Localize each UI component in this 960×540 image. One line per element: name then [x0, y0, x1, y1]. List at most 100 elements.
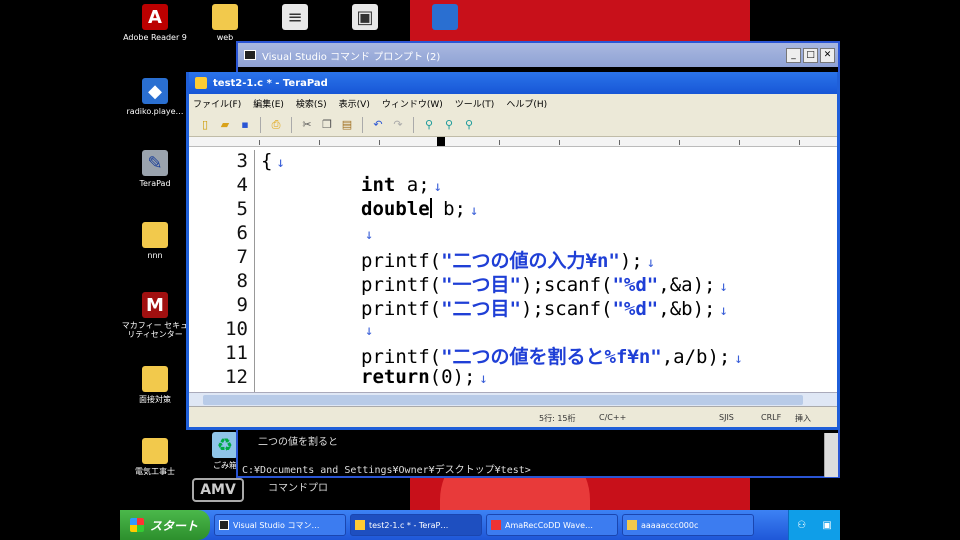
desktop-icon-electrician[interactable]: 電気工事士: [120, 438, 190, 476]
close-button[interactable]: ✕: [820, 47, 835, 63]
desktop-icon-document[interactable]: ≡: [260, 4, 330, 33]
line-number: 7: [236, 246, 248, 268]
taskbar-item-folder[interactable]: aaaaaccc000c: [622, 514, 754, 536]
line-number: 12: [225, 366, 248, 388]
desktop-icon-label: radiko.playe…: [126, 107, 184, 116]
desktop-icon-app-blue[interactable]: [410, 4, 480, 33]
minimize-button[interactable]: _: [786, 47, 801, 63]
toolbar: ▯ ▰ ▪ ⎙ ✂ ❐ ▤ ↶ ↷ ⚲ ⚲ ⚲: [189, 113, 837, 137]
code-line: printf("二つの値の入力¥n"); ↓: [361, 250, 656, 272]
blue-app-icon: [432, 4, 458, 30]
desktop-icon-adobe-reader[interactable]: A Adobe Reader 9: [120, 4, 190, 42]
menu-edit[interactable]: 編集(E): [253, 97, 284, 110]
menubar: ファイル(F) 編集(E) 検索(S) 表示(V) ウィンドウ(W) ツール(T…: [189, 94, 837, 113]
network-icon[interactable]: ▣: [822, 520, 831, 531]
desktop-icon-mcafee[interactable]: M マカフィー セキュリティセンター: [120, 292, 190, 339]
code-line: printf("二つ目");scanf("%d",&b); ↓: [361, 298, 728, 320]
line-number: 11: [225, 342, 248, 364]
desktop-icon-interview[interactable]: 面接対策: [120, 366, 190, 404]
document-icon: ≡: [282, 4, 308, 30]
desktop-icon-radiko[interactable]: ◆ radiko.playe…: [120, 78, 190, 116]
desktop-icon-label: 電気工事士: [135, 467, 175, 476]
code-line: printf("二つの値を割ると%f¥n",a/b); ↓: [361, 346, 743, 368]
menu-window[interactable]: ウィンドウ(W): [382, 97, 443, 110]
watermark-logo: AMV: [192, 478, 244, 502]
console-app-icon: [219, 520, 229, 530]
console-app-icon: [244, 50, 256, 60]
radiko-icon: ◆: [142, 78, 168, 104]
terapad-titlebar[interactable]: test2-1.c * - TeraPad: [189, 72, 837, 94]
code-line: int a; ↓: [361, 174, 443, 196]
recycle-bin-icon: ♻: [212, 432, 238, 458]
status-language: C/C++: [599, 413, 627, 422]
taskbar-item-amarec[interactable]: AmaRecCoDD Wave…: [486, 514, 618, 536]
copy-icon[interactable]: ❐: [319, 117, 335, 133]
console-titlebar[interactable]: Visual Studio コマンド プロンプト (2) _ □ ✕: [238, 43, 838, 67]
menu-help[interactable]: ヘルプ(H): [506, 97, 547, 110]
desktop-icon-label: 面接対策: [139, 395, 171, 404]
taskbar: スタート Visual Studio コマン… test2-1.c * - Te…: [120, 510, 840, 540]
folder-icon: [142, 438, 168, 464]
status-eol: CRLF: [761, 413, 782, 422]
desktop-icon-label: TeraPad: [139, 179, 171, 188]
line-number-gutter: 3 4 5 6 7 8 9 10 11 12: [189, 150, 255, 392]
status-encoding: SJIS: [719, 413, 734, 422]
code-line: return(0); ↓: [361, 366, 488, 388]
save-icon[interactable]: ▪: [237, 117, 253, 133]
desktop-icon-label: マカフィー セキュリティセンター: [121, 321, 189, 339]
console-title: Visual Studio コマンド プロンプト (2): [262, 51, 441, 63]
console-scrollbar[interactable]: [824, 433, 838, 477]
line-number: 8: [236, 270, 248, 292]
desktop-icon-nnn[interactable]: nnn: [120, 222, 190, 260]
terapad-app-icon: [195, 77, 207, 89]
desktop-icon-label: Adobe Reader 9: [123, 33, 187, 42]
scrollbar-thumb[interactable]: [203, 395, 803, 405]
terapad-app-icon: [355, 520, 365, 530]
taskbar-item-terapad[interactable]: test2-1.c * - TeraP…: [350, 514, 482, 536]
line-number: 5: [236, 198, 248, 220]
horizontal-scrollbar[interactable]: [189, 392, 837, 406]
line-number: 9: [236, 294, 248, 316]
terapad-icon: ✎: [142, 150, 168, 176]
code-line: ↓: [365, 227, 374, 243]
user-icon[interactable]: ⚇: [797, 520, 806, 531]
folder-icon: [142, 366, 168, 392]
folder-icon: [142, 222, 168, 248]
taskbar-item-console[interactable]: Visual Studio コマン…: [214, 514, 346, 536]
code-line: {↓: [261, 150, 285, 172]
paste-icon[interactable]: ▤: [339, 117, 355, 133]
menu-tools[interactable]: ツール(T): [455, 97, 495, 110]
start-button[interactable]: スタート: [120, 510, 210, 540]
line-number: 4: [236, 174, 248, 196]
desktop-icon-web[interactable]: web: [190, 4, 260, 42]
find-icon[interactable]: ⚲: [421, 117, 437, 133]
code-editor[interactable]: 3 4 5 6 7 8 9 10 11 12 {↓ int a; ↓ double…: [189, 150, 837, 392]
code-line: ↓: [365, 323, 374, 339]
console-output-line: コマンドプロ: [268, 483, 328, 494]
cut-icon[interactable]: ✂: [299, 117, 315, 133]
menu-file[interactable]: ファイル(F): [193, 97, 241, 110]
maximize-button[interactable]: □: [803, 47, 818, 63]
code-line: printf("一つ目");scanf("%d",&a); ↓: [361, 274, 728, 296]
open-icon[interactable]: ▰: [217, 117, 233, 133]
ruler: [189, 137, 837, 147]
system-tray: ⚇ ▣: [788, 510, 840, 540]
desktop-icon-app[interactable]: ▣: [330, 4, 400, 33]
folder-icon: [627, 520, 637, 530]
new-icon[interactable]: ▯: [197, 117, 213, 133]
adobe-reader-icon: A: [142, 4, 168, 30]
folder-icon: [212, 4, 238, 30]
desktop-icon-terapad[interactable]: ✎ TeraPad: [120, 150, 190, 188]
menu-view[interactable]: 表示(V): [339, 97, 370, 110]
print-icon[interactable]: ⎙: [268, 117, 284, 133]
find-prev-icon[interactable]: ⚲: [461, 117, 477, 133]
ruler-cursor-marker: [437, 137, 445, 146]
redo-icon[interactable]: ↷: [390, 117, 406, 133]
start-label: スタート: [150, 518, 199, 533]
find-next-icon[interactable]: ⚲: [441, 117, 457, 133]
desktop-icon-label: nnn: [147, 251, 163, 260]
terapad-window[interactable]: test2-1.c * - TeraPad ファイル(F) 編集(E) 検索(S…: [186, 72, 840, 430]
menu-search[interactable]: 検索(S): [296, 97, 327, 110]
undo-icon[interactable]: ↶: [370, 117, 386, 133]
status-position: 5行: 15桁: [539, 414, 576, 423]
